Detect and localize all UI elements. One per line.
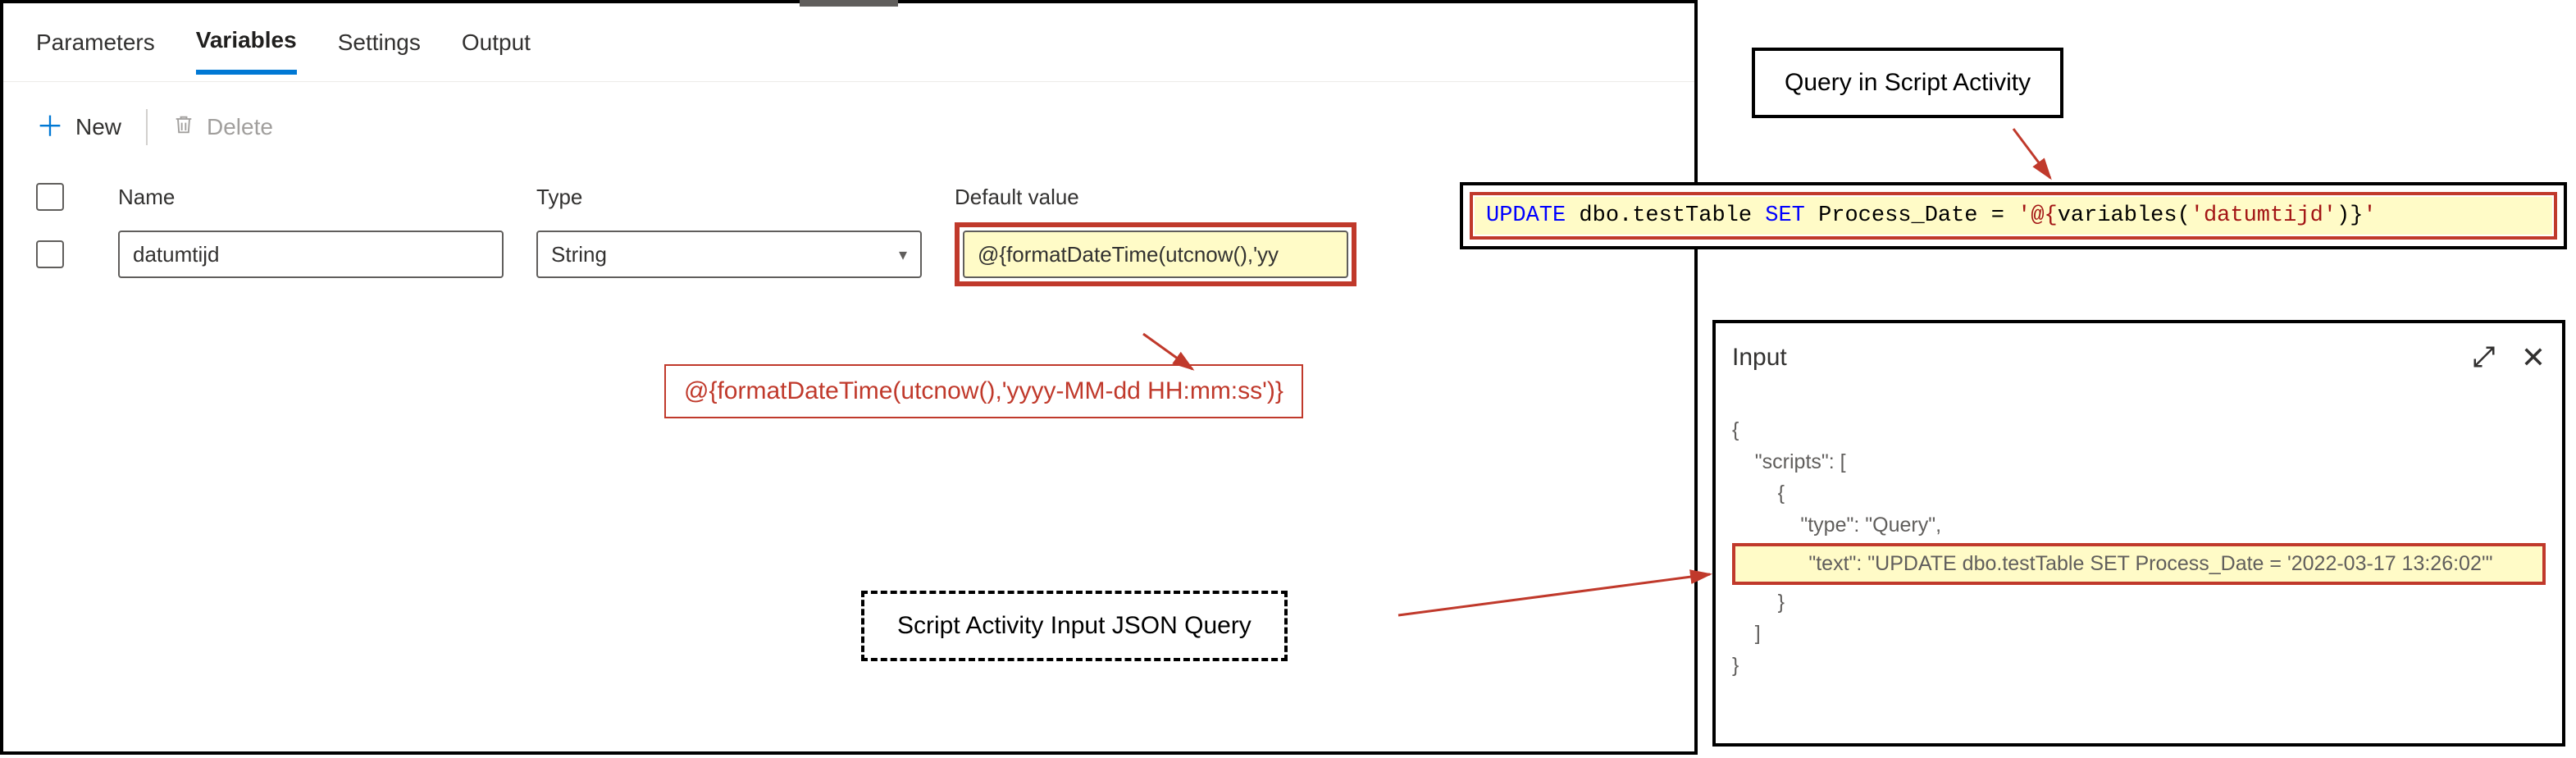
variable-row: String ▾ @{formatDateTime(utcnow(),'yy [3, 221, 1694, 287]
toolbar: ＋ New Delete [3, 82, 1694, 172]
sql-token-close: )} [2337, 203, 2363, 228]
sql-query-text: UPDATE dbo.testTable SET Process_Date = … [1475, 197, 2552, 235]
tab-settings[interactable]: Settings [338, 30, 421, 72]
expression-callout: @{formatDateTime(utcnow(),'yyyy-MM-dd HH… [664, 364, 1303, 418]
grid-header: Name Type Default value [3, 172, 1694, 221]
variable-name-input[interactable] [118, 231, 504, 278]
default-value-input[interactable]: @{formatDateTime(utcnow(),'yy [963, 231, 1348, 278]
delete-button-label: Delete [207, 114, 273, 140]
column-header-type: Type [536, 185, 955, 210]
sql-query-highlight: UPDATE dbo.testTable SET Process_Date = … [1470, 192, 2557, 240]
tab-parameters[interactable]: Parameters [36, 30, 155, 72]
json-line: { [1732, 418, 1739, 441]
json-line: "scripts": [ [1732, 450, 1846, 473]
panel-drag-handle[interactable] [800, 0, 898, 7]
column-header-name: Name [118, 185, 536, 210]
sql-token-set: SET [1765, 203, 1805, 228]
variable-type-value: String [551, 242, 607, 267]
variables-panel: Parameters Variables Settings Output ＋ N… [0, 0, 1698, 755]
arrow-label-to-sql [2001, 125, 2067, 190]
input-panel-header-icons: ✕ [2472, 343, 2546, 372]
json-line: } [1732, 591, 1785, 614]
expand-icon[interactable] [2472, 345, 2496, 372]
select-all-checkbox[interactable] [36, 183, 64, 211]
sql-token-q2: ' [2363, 203, 2376, 228]
column-header-default: Default value [955, 185, 1373, 210]
sql-token-q1: '@{ [2017, 203, 2058, 228]
sql-token-col: Process_Date = [1805, 203, 2017, 228]
close-icon[interactable]: ✕ [2521, 343, 2546, 372]
query-activity-label-box: Query in Script Activity [1752, 48, 2063, 118]
sql-token-update: UPDATE [1486, 203, 1566, 228]
toolbar-separator [146, 109, 148, 145]
sql-token-func: variables [2058, 203, 2177, 228]
json-line: } [1732, 654, 1739, 677]
row-checkbox[interactable] [36, 240, 64, 268]
plus-icon: ＋ [36, 113, 64, 141]
json-line-highlighted: "text": "UPDATE dbo.testTable SET Proces… [1732, 543, 2546, 585]
json-line: { [1732, 482, 1785, 505]
json-line: ] [1732, 622, 1761, 645]
input-json-panel: Input ✕ { "scripts": [ { "type": "Query"… [1712, 320, 2565, 747]
default-value-highlight: @{formatDateTime(utcnow(),'yy [955, 222, 1356, 286]
sql-token-table: dbo.testTable [1566, 203, 1765, 228]
sql-token-arg: 'datumtijd' [2191, 203, 2337, 228]
sql-query-bar: UPDATE dbo.testTable SET Process_Date = … [1460, 182, 2567, 249]
new-button-label: New [75, 114, 121, 140]
chevron-down-icon: ▾ [899, 244, 907, 265]
variable-type-select[interactable]: String ▾ [536, 231, 922, 278]
delete-button[interactable]: Delete [172, 112, 273, 144]
json-content: { "scripts": [ { "type": "Query", "text"… [1732, 382, 2546, 714]
tab-output[interactable]: Output [462, 30, 531, 72]
tab-variables[interactable]: Variables [196, 27, 297, 75]
input-panel-title: Input [1732, 344, 1787, 372]
input-panel-header: Input ✕ [1732, 343, 2546, 372]
new-button[interactable]: ＋ New [36, 113, 121, 141]
trash-icon [172, 112, 195, 144]
sql-token-open: ( [2177, 203, 2191, 228]
tab-bar: Parameters Variables Settings Output [3, 3, 1694, 82]
json-query-label-box: Script Activity Input JSON Query [861, 591, 1288, 661]
json-line: "type": "Query", [1732, 514, 1941, 537]
